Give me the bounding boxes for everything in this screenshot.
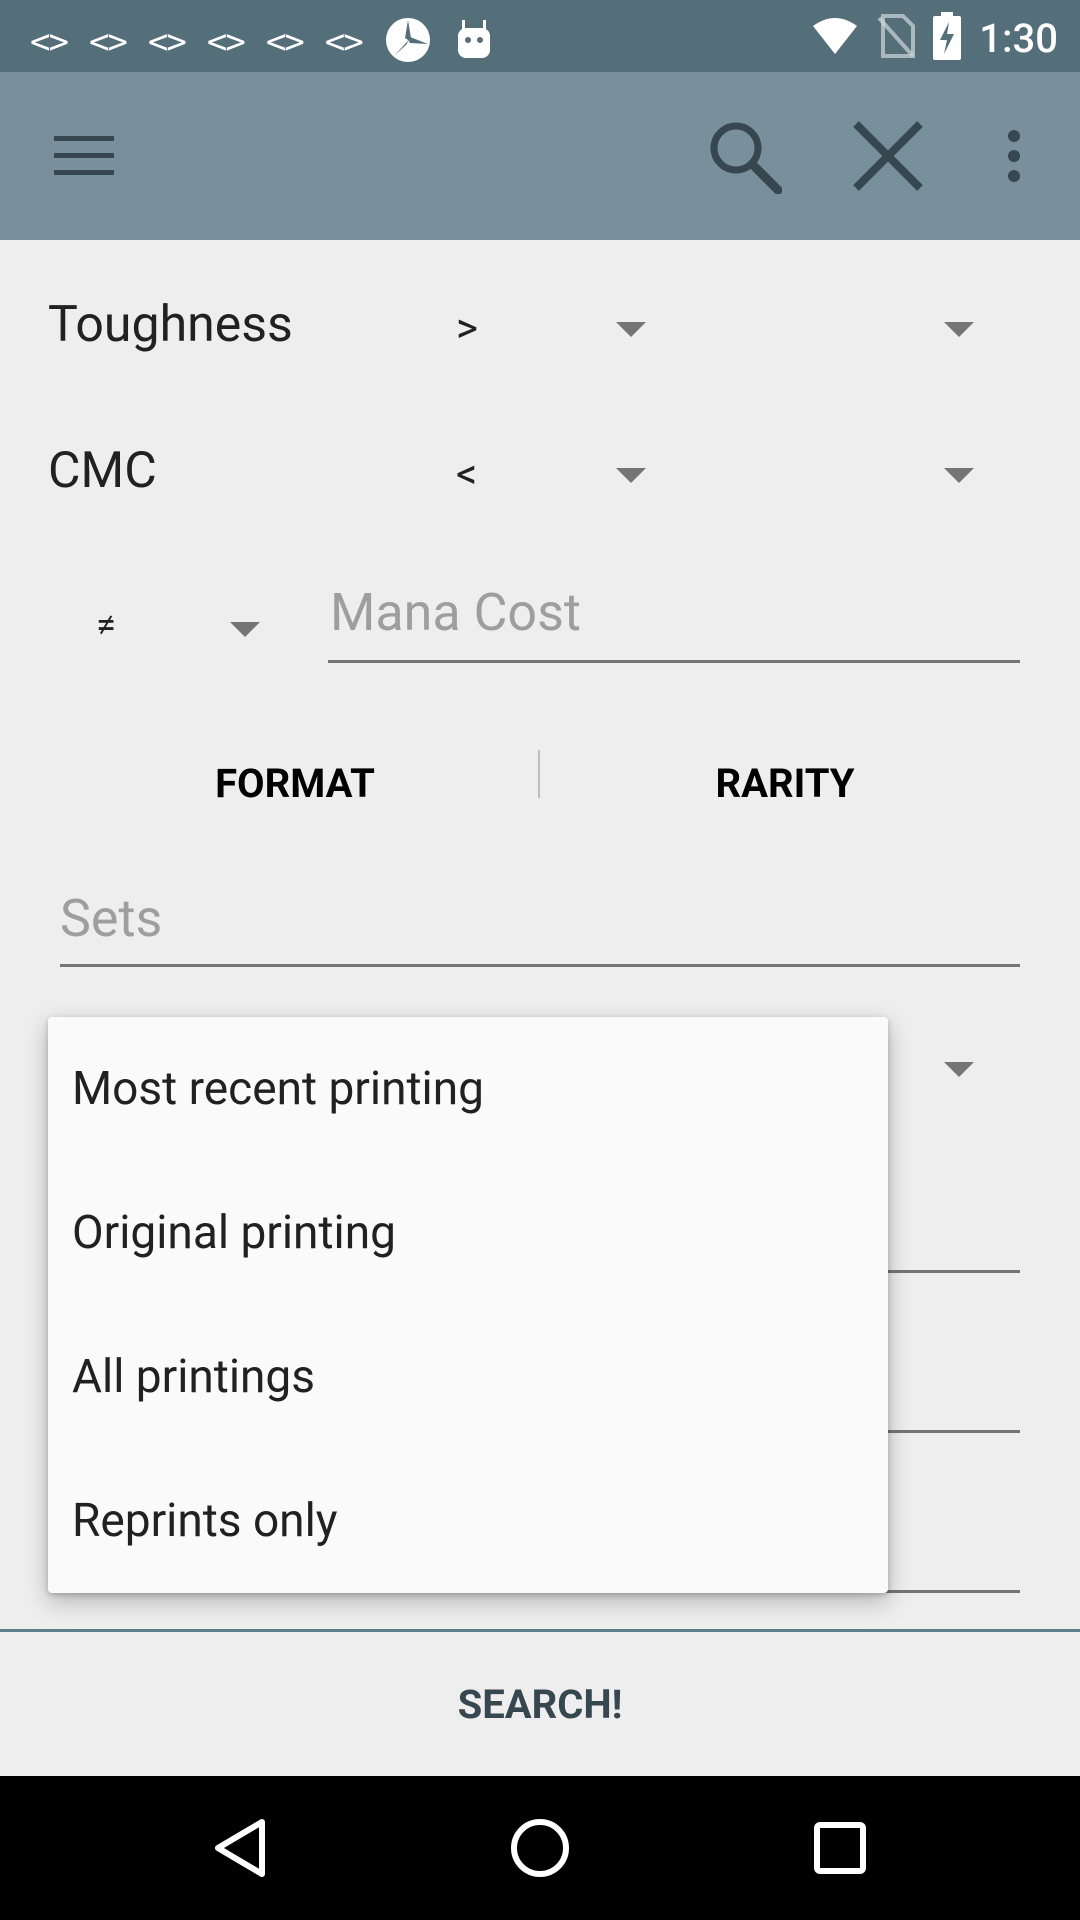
clock: 1:30 [979,14,1058,62]
notification-icons: <> <> <> <> <> <> [30,16,494,68]
code-icon: <> [206,22,246,62]
snowflake-app-icon [384,16,432,68]
mana-cost-input[interactable]: Mana Cost [328,580,1020,666]
input-underline [60,964,1020,967]
cmc-comparator-value: < [456,450,478,499]
input-underline [328,660,1020,663]
mana-cost-comparator-value: ≠ [96,604,116,646]
cmc-label: CMC [48,442,157,500]
chevron-down-icon [616,468,646,483]
mana-cost-placeholder: Mana Cost [330,582,581,643]
close-icon[interactable] [846,114,930,198]
chevron-down-icon [944,322,974,337]
recents-icon[interactable] [804,1812,876,1884]
cmc-value-spinner[interactable] [680,436,990,516]
menu-item-reprints-only[interactable]: Reprints only [48,1449,888,1593]
sets-input[interactable]: Sets [60,884,1020,970]
menu-icon[interactable] [42,114,126,198]
search-icon[interactable] [702,114,786,198]
chevron-down-icon [230,622,260,637]
code-icon: <> [88,22,128,62]
menu-item-original-printing[interactable]: Original printing [48,1161,888,1305]
no-sim-icon [877,14,916,62]
navigation-bar [0,1776,1080,1920]
chevron-down-icon [616,322,646,337]
toughness-comparator-spinner[interactable]: > [440,290,660,370]
rarity-button[interactable]: RARITY [550,750,1020,830]
code-icon: <> [324,22,364,62]
status-icons: 1:30 [811,12,1058,64]
chevron-down-icon [944,468,974,483]
menu-item-most-recent-printing[interactable]: Most recent printing [48,1017,888,1161]
wifi-icon [811,16,859,60]
printing-dropdown-menu: Most recent printing Original printing A… [48,1017,888,1593]
code-icon: <> [30,22,69,62]
code-icon: <> [147,22,187,62]
app-toolbar [0,72,1080,240]
back-icon[interactable] [204,1812,276,1884]
menu-item-all-printings[interactable]: All printings [48,1305,888,1449]
sets-placeholder: Sets [60,888,163,949]
format-button[interactable]: FORMAT [60,750,530,830]
battery-charging-icon [933,12,962,64]
search-button[interactable]: SEARCH! [0,1632,1080,1776]
toughness-value-spinner[interactable] [680,290,990,370]
mana-cost-comparator-spinner[interactable]: ≠ [80,590,280,670]
home-icon[interactable] [504,1812,576,1884]
code-icon: <> [265,22,305,62]
android-icon [454,18,494,66]
toughness-label: Toughness [48,296,293,354]
divider [538,750,540,798]
toughness-comparator-value: > [456,304,478,353]
chevron-down-icon [944,1062,974,1077]
status-bar: <> <> <> <> <> <> 1:30 [0,0,1080,72]
overflow-menu-icon[interactable] [972,114,1056,198]
cmc-comparator-spinner[interactable]: < [440,436,660,516]
